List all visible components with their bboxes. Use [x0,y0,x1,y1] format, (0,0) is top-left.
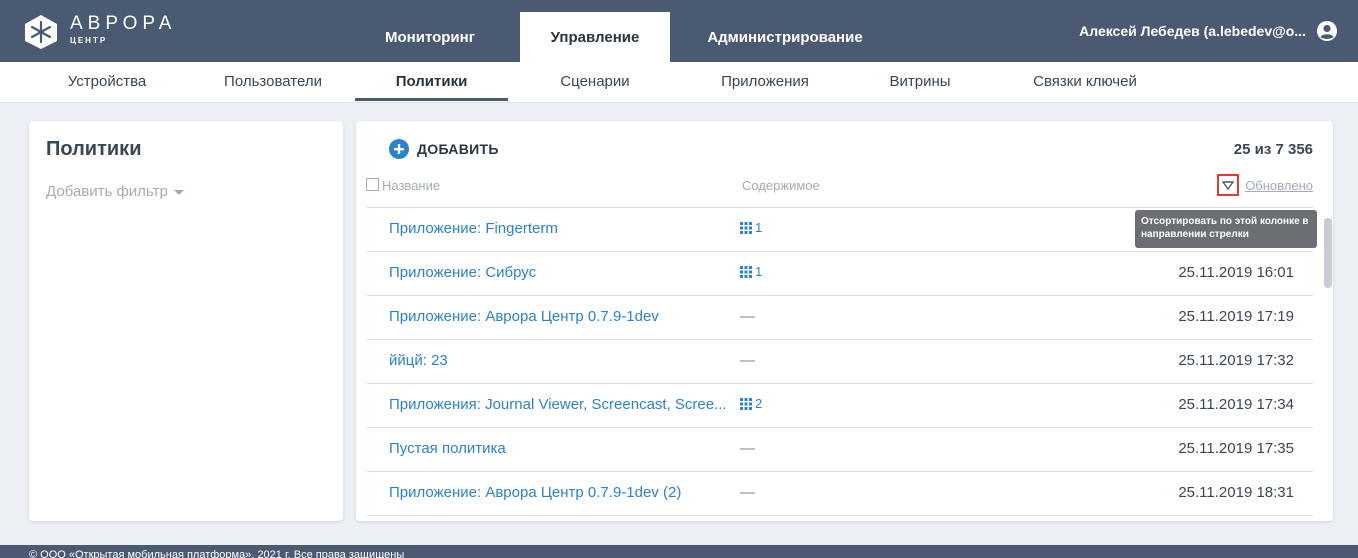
subnav-policies-label: Политики [395,73,468,90]
policy-name-link[interactable]: Приложение: Сибрус [389,264,536,281]
scrollbar-thumb[interactable] [1324,218,1332,288]
subnav-showcases[interactable]: Витрины [870,62,970,102]
logo-title: АВРОРА [70,13,177,34]
panel-title: Политики [46,138,142,160]
updated-date: 25.11.2019 17:34 [1178,396,1294,413]
filter-panel: Политики Добавить фильтр [29,121,343,521]
plus-circle-icon [389,139,409,159]
column-header-name[interactable]: Название [382,178,440,193]
sort-arrow-down-icon [1222,180,1234,190]
content-cell: — [740,440,755,457]
apps-grid-icon [740,265,752,278]
policy-name-link[interactable]: Приложение: Fingerterm [389,220,558,237]
policy-name-link[interactable]: Приложение: Аврора Центр 0.7.9-1dev [389,308,659,325]
footer: © ООО «Открытая мобильная платформа», 20… [0,545,1358,558]
add-filter-label: Добавить фильтр [46,183,168,200]
result-count: 25 из 7 356 [1233,141,1313,158]
apps-grid-icon [740,397,752,410]
tab-management[interactable]: Управление [520,12,670,62]
add-button[interactable]: ДОБАВИТЬ [389,139,499,159]
empty-content-dash: — [740,440,755,457]
empty-content-dash: — [740,308,755,325]
chevron-down-icon [173,189,184,195]
updated-date: 25.11.2019 18:31 [1178,484,1294,501]
column-header-updated[interactable]: Обновлено [1245,178,1313,193]
select-all-checkbox[interactable] [366,178,379,191]
sub-navigation: Устройства Пользователи Политики Сценари… [0,62,1358,103]
add-filter-dropdown[interactable]: Добавить фильтр [46,183,184,200]
empty-content-dash: — [740,484,755,501]
user-menu[interactable]: Алексей Лебедев (a.lebedev@o... [1079,0,1338,62]
content-count: 1 [755,220,763,235]
sort-tooltip: Отсортировать по этой колонке в направле… [1135,210,1317,248]
content-cell: — [740,352,755,369]
tab-administration[interactable]: Администрирование [690,12,880,62]
content-count: 2 [755,396,763,411]
updated-date: 25.11.2019 16:01 [1178,264,1294,281]
table-row[interactable]: Приложение: Сибрус 1 25.11.2019 16:01 [367,252,1313,296]
policy-name-link[interactable]: ййцй: 23 [389,352,448,369]
aurora-logo-icon [25,15,57,49]
updated-date: 25.11.2019 17:19 [1178,308,1294,325]
content-cell[interactable]: 1 [740,264,762,279]
user-name: Алексей Лебедев (a.lebedev@o... [1079,23,1306,39]
table-row[interactable]: Приложения: Journal Viewer, Screencast, … [367,384,1313,428]
content-cell: — [740,308,755,325]
add-button-label: ДОБАВИТЬ [417,141,499,157]
empty-content-dash: — [740,352,755,369]
apps-grid-icon [740,221,752,234]
policies-table-panel: ДОБАВИТЬ 25 из 7 356 Название Содержимое… [356,121,1333,521]
tab-monitoring[interactable]: Мониторинг [369,12,491,62]
logo[interactable]: АВРОРА ЦЕНТР [22,14,176,50]
top-bar: АВРОРА ЦЕНТР Мониторинг Управление Админ… [0,0,1358,62]
policy-name-link[interactable]: Пустая политика [389,440,506,457]
column-header-content[interactable]: Содержимое [742,178,820,193]
updated-date: 25.11.2019 17:32 [1178,352,1294,369]
table-row[interactable]: Приложение: Аврора Центр 0.7.9-1dev (2) … [367,472,1313,516]
updated-date: 25.11.2019 17:35 [1178,440,1294,457]
table-row[interactable]: Приложение: Аврора Центр 0.7.9-1dev — 25… [367,296,1313,340]
content-cell: — [740,484,755,501]
active-tab-indicator [355,98,508,101]
subnav-scenarios[interactable]: Сценарии [540,62,650,102]
sort-direction-button[interactable] [1217,174,1239,196]
content-cell[interactable]: 2 [740,396,762,411]
table-row[interactable]: ййцй: 23 — 25.11.2019 17:32 [367,340,1313,384]
subnav-applications[interactable]: Приложения [700,62,830,102]
subnav-devices[interactable]: Устройства [52,62,162,102]
table-row[interactable]: Пустая политика — 25.11.2019 17:35 [367,428,1313,472]
content-cell[interactable]: 1 [740,220,762,235]
subnav-users[interactable]: Пользователи [208,62,338,102]
subnav-keychains[interactable]: Связки ключей [1015,62,1155,102]
logo-subtitle: ЦЕНТР [70,36,108,45]
account-icon[interactable] [1316,20,1338,42]
policy-name-link[interactable]: Приложения: Journal Viewer, Screencast, … [389,396,727,413]
policy-name-link[interactable]: Приложение: Аврора Центр 0.7.9-1dev (2) [389,484,681,501]
subnav-policies[interactable]: Политики [355,62,508,102]
copyright-text: © ООО «Открытая мобильная платформа», 20… [29,549,405,558]
content-count: 1 [755,264,763,279]
